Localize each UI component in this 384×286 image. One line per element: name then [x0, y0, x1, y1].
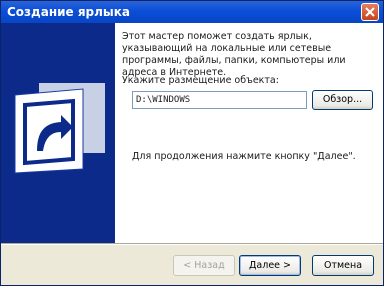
shortcut-arrow-icon	[14, 83, 105, 174]
close-button[interactable]	[361, 3, 379, 21]
create-shortcut-dialog: Создание ярлыка Этот мастер поможет созд…	[0, 0, 384, 286]
wizard-body: Этот мастер поможет создать ярлык, указы…	[1, 23, 383, 243]
location-input[interactable]: D:\WINDOWS	[132, 91, 307, 109]
title-bar[interactable]: Создание ярлыка	[1, 1, 383, 23]
window-title: Создание ярлыка	[7, 5, 131, 19]
browse-button[interactable]: Обзор...	[312, 90, 373, 110]
close-icon	[365, 7, 375, 17]
continue-hint: Для продолжения нажмите кнопку "Далее".	[132, 151, 356, 162]
back-button[interactable]: < Назад	[173, 255, 235, 276]
cancel-button[interactable]: Отмена	[312, 255, 374, 276]
wizard-description: Этот мастер поможет создать ярлык, указы…	[122, 31, 346, 78]
location-label: Укажите размещение объекта:	[122, 75, 279, 86]
wizard-side-panel	[1, 23, 115, 243]
footer-separator	[1, 243, 383, 245]
next-button[interactable]: Далее >	[239, 255, 301, 276]
